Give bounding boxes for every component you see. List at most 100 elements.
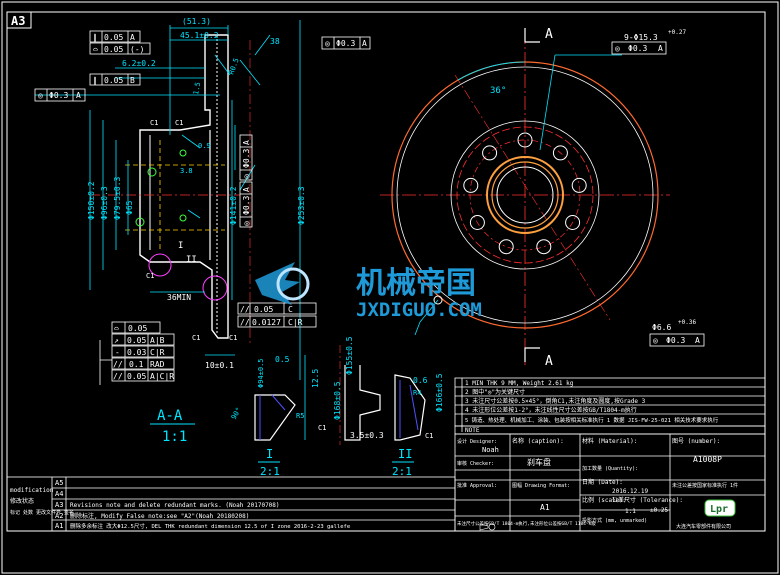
dim-36-min: 36MIN <box>167 293 191 302</box>
dim-dia-141: Φ141±0.2 <box>229 186 238 225</box>
dim-3-8: 3.8 <box>180 167 193 175</box>
fcf-small-sym: ◎ <box>653 336 658 345</box>
fcf-left-sym: ◎ <box>38 91 43 100</box>
fcf-top-right-sym: ◎ <box>325 39 330 48</box>
detail-II-dim-c1: C1 <box>425 432 433 440</box>
tolerance-label: 公差尺寸 (Tolerance): <box>612 496 683 504</box>
designer-name: Noah <box>482 446 499 454</box>
quantity-value: 未注公差按国家标准执行 1件 <box>672 482 738 489</box>
fcf-top-1-tol: 0.05 <box>104 33 123 42</box>
company-note: 未注尺寸公差按GB/T 1804-m执行,未注形位公差按GB/T 1184-K级 <box>457 520 596 527</box>
fcf-mid-1-datum: A <box>242 140 251 145</box>
section-title: A-A <box>157 408 183 424</box>
rev-a1: A1 <box>55 522 63 530</box>
detail-mid-dia-168: Φ168±0.5 <box>333 381 342 420</box>
cut-label-top: A <box>545 27 553 42</box>
fcf-bl-1-tol: 0.05 <box>128 324 147 333</box>
fcf-top-2-tol: 0.05 <box>104 45 123 54</box>
tolerance-value: ±0.25 <box>650 507 668 514</box>
fcf-mid-2-datum: A <box>242 187 251 192</box>
dim-dia-96: Φ96±0.3 <box>100 186 109 220</box>
fcf-bl-5-sym: // <box>113 372 123 381</box>
scale-value: 1:1 <box>625 508 636 515</box>
dim-dia-150: Φ150±0.2 <box>87 181 96 220</box>
fcf-top-1-sym: ∥ <box>93 33 97 42</box>
detail-marker-I: I <box>178 241 183 251</box>
fcf-mid-2-tol: Φ0.3 <box>242 196 251 215</box>
note-3: 3 未注尺寸公差按0.5×45°，倒角C1,未注角度及圆度,按Grade 3 <box>465 397 646 405</box>
number-label: 图号 (number): <box>672 438 720 445</box>
fcf-br-1-sym: // <box>240 305 250 314</box>
note-2: 2 图中"◎"为关键尺寸 <box>465 388 525 396</box>
detail-I-dim-12-5: 12.5 <box>311 369 320 388</box>
chamfer-c1-d: C1 <box>229 334 237 342</box>
dim-51-3: (51.3) <box>182 17 211 26</box>
holes-note: 9-Φ15.3 <box>624 33 658 42</box>
detail-I-dim-0-5: 0.5 <box>275 355 290 364</box>
watermark-en: JXDIGUO.COM <box>356 299 482 321</box>
dim-38: 38 <box>270 37 280 46</box>
fcf-top-3-datum: B <box>130 76 135 85</box>
cut-label-bottom: A <box>545 354 553 369</box>
designer-label: 设计 Designer: <box>457 438 497 445</box>
holes-tol: +0.27 <box>668 29 686 36</box>
small-hole-dim: Φ6.6 <box>652 323 671 332</box>
fcf-top-right-datum: A <box>362 39 367 48</box>
rev-side-label-en: modification <box>10 487 54 494</box>
notes-header: NOTE <box>465 427 480 434</box>
detail-I-scale: 2:1 <box>260 465 280 478</box>
small-hole-tol: +0.36 <box>678 319 696 326</box>
fcf-br-2-tol: 0.0127 <box>252 318 281 327</box>
approval-label: 批准 Approval: <box>457 482 497 489</box>
fcf-bl-4-tol: 0.1 <box>129 360 144 369</box>
detail-II-dim-r4: R4 <box>413 389 421 397</box>
drawing-format-label: 图幅 Drawing Format: <box>512 482 570 489</box>
fcf-mid-1-tol: Φ0.3 <box>242 149 251 168</box>
caption-label: 名称 (caption): <box>512 437 564 445</box>
dim-dia-79-5: Φ79.5±0.3 <box>113 176 122 220</box>
fcf-bl-2-datum: A|B <box>150 336 165 345</box>
rev-a2-text: 删除标注, Modify False note:see "A2"(Noah 20… <box>70 512 249 520</box>
caption-value: 刹车盘 <box>527 457 551 467</box>
fcf-small-datum: A <box>695 336 700 345</box>
fcf-top-3-sym: ∥ <box>93 76 97 85</box>
fcf-bl-3-tol: 0.03 <box>127 348 146 357</box>
detail-mid-dim-3-5: 3.5±0.3 <box>350 431 384 440</box>
detail-II-label: II <box>398 447 412 461</box>
material-label: 材料 (Material): <box>582 437 637 445</box>
number-value: A1008P <box>693 455 722 464</box>
fcf-bl-3-sym: - <box>115 348 120 357</box>
company-name: 大连汽车零部件有限公司 <box>676 523 731 530</box>
dim-0-9: 0.9 <box>198 142 211 150</box>
detail-I-dim-r5: R5 <box>296 412 304 420</box>
chamfer-c1-b: C1 <box>175 119 183 127</box>
fcf-top-3-tol: 0.05 <box>104 76 123 85</box>
fcf-left-datum: A <box>76 91 81 100</box>
note-4: 4 未注形位公差按1-2°，未注线性尺寸公差按GB/T1804-m执行 <box>465 406 637 414</box>
watermark-cn: 机械帝国 <box>356 266 476 301</box>
fcf-small-tol: Φ0.3 <box>666 336 685 345</box>
fcf-bl-1-sym: ⌓ <box>114 324 119 333</box>
detail-mid-dia-155: Φ155±0.5 <box>345 336 354 375</box>
detail-marker-II: II <box>186 255 197 265</box>
detail-II-dia-166: Φ166±0.5 <box>435 373 444 412</box>
fcf-left-tol: Φ0.3 <box>49 91 68 100</box>
rev-side-label-extra: 标记 处数 更改文件号 签名 <box>10 509 74 516</box>
fcf-top-1-datum: A <box>130 33 135 42</box>
detail-I-dim-94: Φ94±0.5 <box>257 358 265 388</box>
angle-36: 36° <box>490 86 506 96</box>
dim-10: 10±0.1 <box>205 361 234 370</box>
detail-II-scale: 2:1 <box>392 465 412 478</box>
rev-a3-text: Revisions note and delete redundant mark… <box>70 502 280 509</box>
fcf-holes-datum: A <box>658 44 663 53</box>
rev-a5: A5 <box>55 479 63 487</box>
rev-a3: A3 <box>55 501 63 509</box>
dim-45-1: 45.1±0.2 <box>180 31 219 40</box>
chamfer-c1-c: C1 <box>192 334 200 342</box>
detail-II-dim-0-6: 0.6 <box>413 376 428 385</box>
fcf-br-2-datum: C|R <box>288 318 303 327</box>
fcf-bl-3-datum: C|R <box>150 348 165 357</box>
fcf-holes-sym: ◎ <box>615 44 620 53</box>
quantity-label: 加工数量 (Quantity): <box>582 465 638 472</box>
fcf-mid-2-sym: ◎ <box>242 221 251 226</box>
